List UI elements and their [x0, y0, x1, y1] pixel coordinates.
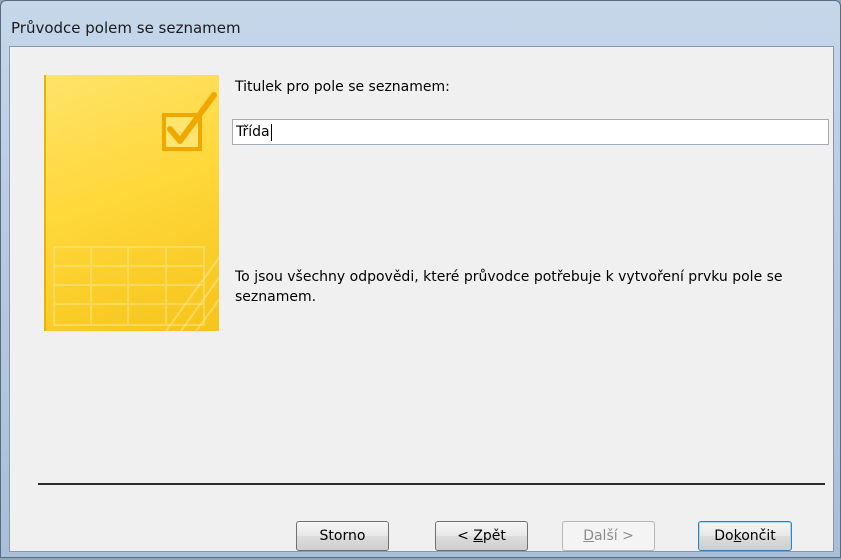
caption-label: Titulek pro pole se seznamem:	[235, 79, 450, 95]
finish-button[interactable]: Dokončit	[698, 521, 792, 551]
checkbox-check-icon	[53, 92, 219, 331]
text-caret	[270, 123, 272, 141]
back-button-rest: pět	[482, 528, 506, 544]
next-button-mnemonic: D	[583, 528, 594, 544]
next-button-rest: alší >	[593, 528, 634, 544]
finish-button-rest: ončit	[741, 528, 776, 544]
separator-line	[38, 483, 825, 485]
window-title: Průvodce polem se seznamem	[11, 19, 241, 37]
info-text: To jsou všechny odpovědi, které průvodce…	[235, 269, 783, 305]
next-button[interactable]: Další >	[562, 521, 655, 551]
cancel-button[interactable]: Storno	[296, 521, 389, 551]
cancel-button-label: Storno	[319, 528, 366, 544]
caption-input-value: Třída	[236, 124, 270, 140]
finish-button-prefix: Do	[714, 528, 734, 544]
back-button[interactable]: < Zpět	[435, 521, 528, 551]
wizard-window: Průvodce polem se seznamem Titulek pro p…	[0, 0, 841, 558]
back-button-mnemonic: Z	[473, 528, 483, 544]
back-button-prefix: <	[457, 528, 474, 544]
wizard-client-area: Titulek pro pole se seznamem: Třída To j…	[9, 46, 834, 552]
caption-input[interactable]: Třída	[232, 119, 829, 145]
wizard-hero-image	[44, 75, 219, 331]
